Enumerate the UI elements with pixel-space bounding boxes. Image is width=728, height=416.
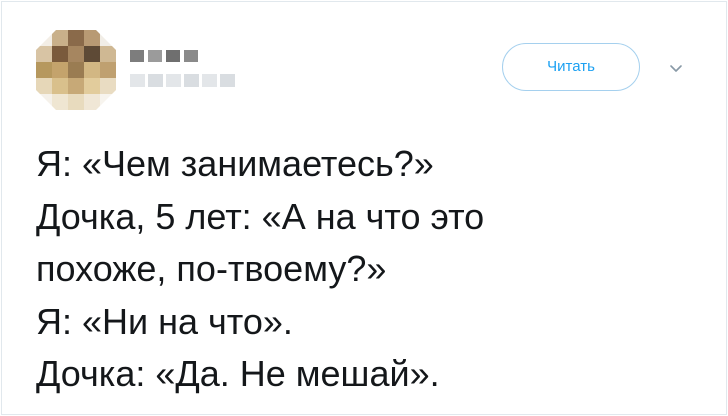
author-handle-redacted[interactable] — [130, 74, 235, 87]
tweet-line: Дочка: «Да. Не мешай». — [36, 353, 440, 394]
tweet-line: похоже, по-твоему?» — [36, 248, 387, 289]
author-name-redacted[interactable] — [130, 50, 198, 62]
tweet-line: Я: «Ни на что». — [36, 300, 293, 342]
tweet-card: Читать Я: «Чем занимаетесь?» Дочка, 5 ле… — [1, 1, 727, 415]
tweet-line: Дочка, 5 лет: «А на что это — [36, 195, 485, 237]
tweet-text: Я: «Чем занимаетесь?» Дочка, 5 лет: «А н… — [36, 138, 696, 401]
avatar[interactable] — [36, 30, 116, 110]
follow-button[interactable]: Читать — [502, 43, 640, 91]
chevron-down-icon[interactable] — [666, 58, 686, 78]
tweet-line: Я: «Чем занимаетесь?» — [36, 143, 434, 184]
